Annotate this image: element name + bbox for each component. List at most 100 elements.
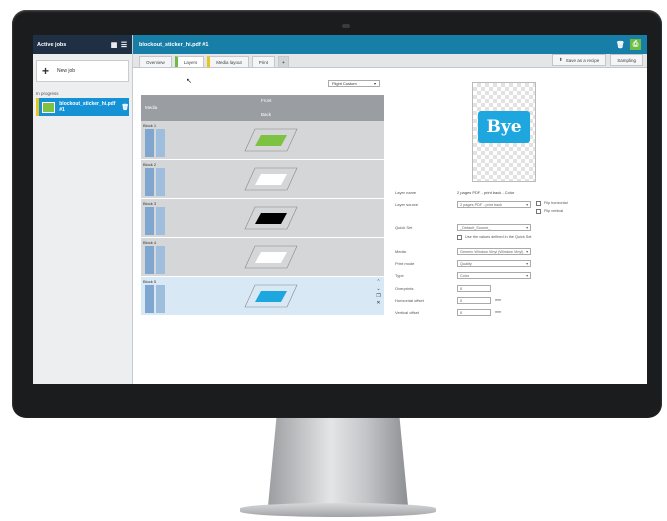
type-value: Color [460, 273, 470, 278]
flip-horizontal-checkbox[interactable] [536, 201, 541, 206]
add-tab-button[interactable]: + [278, 56, 289, 67]
tab-overview[interactable]: Overview [139, 56, 172, 67]
main-panel: blockout_sticker_hi.pdf #1 🗑 ⎙ Overview … [133, 35, 647, 384]
job-list-item[interactable]: blockout_sticker_hi.pdf #1 🗑 [36, 98, 129, 116]
layers-table-header: Media Front Back [141, 95, 384, 121]
layer-preview[interactable] [241, 164, 301, 194]
horizontal-offset-unit: mm [495, 298, 502, 302]
media-stack [145, 129, 167, 157]
layer-preview[interactable] [241, 281, 301, 311]
save-recipe-button[interactable]: ⬆ Save as a recipe [551, 54, 607, 66]
preview-logo: Bye [478, 111, 530, 143]
media-column [145, 168, 154, 196]
layer-preview[interactable] [241, 242, 301, 272]
trash-icon[interactable]: 🗑 [615, 39, 626, 50]
trash-icon[interactable]: 🗑 [121, 104, 129, 111]
quick-set-value: _Default_Source_ [460, 225, 491, 230]
overprints-input[interactable]: 0 [457, 285, 491, 292]
plus-icon: + [42, 64, 50, 78]
flip-vertical-checkbox[interactable] [536, 209, 541, 214]
table-row[interactable]: Block 2 [141, 160, 384, 199]
table-row[interactable]: Block 3 [141, 199, 384, 238]
table-row-selected[interactable]: Block 5 ⌃ ⌄ ❐ ✕ [141, 277, 384, 316]
media-column [145, 285, 154, 313]
layer-source-label: Layer source [395, 202, 419, 207]
duplicate-icon[interactable]: ❐ [375, 293, 382, 300]
media-column [145, 129, 154, 157]
media-stack [145, 285, 167, 313]
chevron-down-icon: ▾ [526, 203, 528, 207]
quick-set-checkbox-label: Use the values defined in the Quick Set [465, 235, 532, 239]
logo-text: Bye [486, 117, 522, 137]
vertical-offset-label: Vertical offset [395, 310, 419, 315]
layer-preview[interactable] [241, 203, 301, 233]
tab-bar: Overview Layers Media layout Print + ⬆ S… [133, 54, 647, 68]
layer-name-value: 2 pages PDF - print back - Color [457, 190, 515, 195]
sidebar-header: Active jobs ▦ ☰ [33, 35, 132, 54]
vertical-offset-input[interactable]: 0 [457, 309, 491, 316]
print-mode-select[interactable]: Quality ▾ [457, 260, 531, 267]
job-name: blockout_sticker_hi.pdf #1 [59, 101, 116, 113]
quick-set-checkbox[interactable] [457, 235, 462, 240]
media-column [156, 285, 165, 313]
tab-print[interactable]: Print [251, 56, 276, 67]
media-stack [145, 168, 167, 196]
media-select[interactable]: Generic Window Vinyl (Window Vinyl) ▾ [457, 248, 531, 255]
in-progress-heading: In progress [36, 91, 59, 96]
horizontal-offset-label: Horizontal offset [395, 298, 424, 303]
monitor-stand [268, 418, 408, 506]
layer-source-value: 2 pages PDF - print back [460, 202, 502, 207]
artwork-preview: Bye [472, 82, 536, 182]
block-label: Block 2 [143, 162, 157, 167]
quick-set-select[interactable]: _Default_Source_ ▾ [457, 224, 531, 231]
vertical-offset-unit: mm [495, 310, 502, 314]
type-label: Type [395, 273, 404, 278]
flip-vertical-label: Flip vertical [544, 209, 564, 213]
tab-media-layout[interactable]: Media layout [207, 56, 249, 67]
type-select[interactable]: Color ▾ [457, 272, 531, 279]
media-stack [145, 207, 167, 235]
chevron-down-icon[interactable]: ⌄ [375, 286, 382, 293]
table-row[interactable]: Block 4 [141, 238, 384, 277]
horizontal-offset-input[interactable]: 0 [457, 297, 491, 304]
media-column [156, 129, 165, 157]
layer-source-select[interactable]: 2 pages PDF - print back ▾ [457, 201, 531, 208]
quick-set-label: Quick Set [395, 225, 413, 230]
sampling-button[interactable]: Sampling [610, 54, 643, 66]
table-row[interactable]: Block 1 [141, 121, 384, 160]
layers-content: ↖ Flight Custom ▾ Media Front Back Block… [133, 68, 647, 384]
new-job-button[interactable]: + New job [36, 60, 129, 82]
layer-name-label: Layer name [395, 190, 417, 195]
tab-layers[interactable]: Layers [174, 56, 205, 67]
view-dropdown[interactable]: Flight Custom ▾ [328, 80, 380, 87]
close-icon[interactable]: ✕ [375, 300, 382, 307]
media-value: Generic Window Vinyl (Window Vinyl) [460, 249, 524, 254]
monitor-base [240, 503, 436, 517]
back-column-header: Back [261, 112, 272, 117]
job-header: blockout_sticker_hi.pdf #1 🗑 ⎙ [133, 35, 647, 54]
flip-horizontal-label: Flip horizontal [544, 201, 568, 205]
sidebar-title: Active jobs [37, 41, 67, 48]
chevron-down-icon: ▾ [526, 262, 528, 266]
horizontal-offset-value: 0 [460, 298, 463, 303]
chevron-down-icon: ▾ [526, 226, 528, 230]
new-job-label: New job [57, 68, 76, 74]
media-column [156, 246, 165, 274]
grid-view-icon[interactable]: ▦ [110, 41, 118, 49]
media-stack [145, 246, 167, 274]
list-view-icon[interactable]: ☰ [120, 41, 128, 49]
job-title: blockout_sticker_hi.pdf #1 [139, 41, 209, 48]
save-recipe-label: Save as a recipe [565, 57, 600, 63]
layer-preview[interactable] [241, 125, 301, 155]
print-icon[interactable]: ⎙ [630, 39, 641, 50]
media-column [145, 207, 154, 235]
block-label: Block 3 [143, 201, 157, 206]
block-label: Block 5 [143, 279, 157, 284]
chevron-up-icon[interactable]: ⌃ [375, 279, 382, 286]
row-controls: ⌃ ⌄ ❐ ✕ [375, 279, 382, 307]
layers-table: Media Front Back Block 1 Block 2 Block 3… [141, 95, 384, 316]
block-label: Block 1 [143, 123, 157, 128]
job-thumbnail [42, 101, 56, 113]
media-column [156, 168, 165, 196]
overprints-label: Overprints [395, 286, 414, 291]
